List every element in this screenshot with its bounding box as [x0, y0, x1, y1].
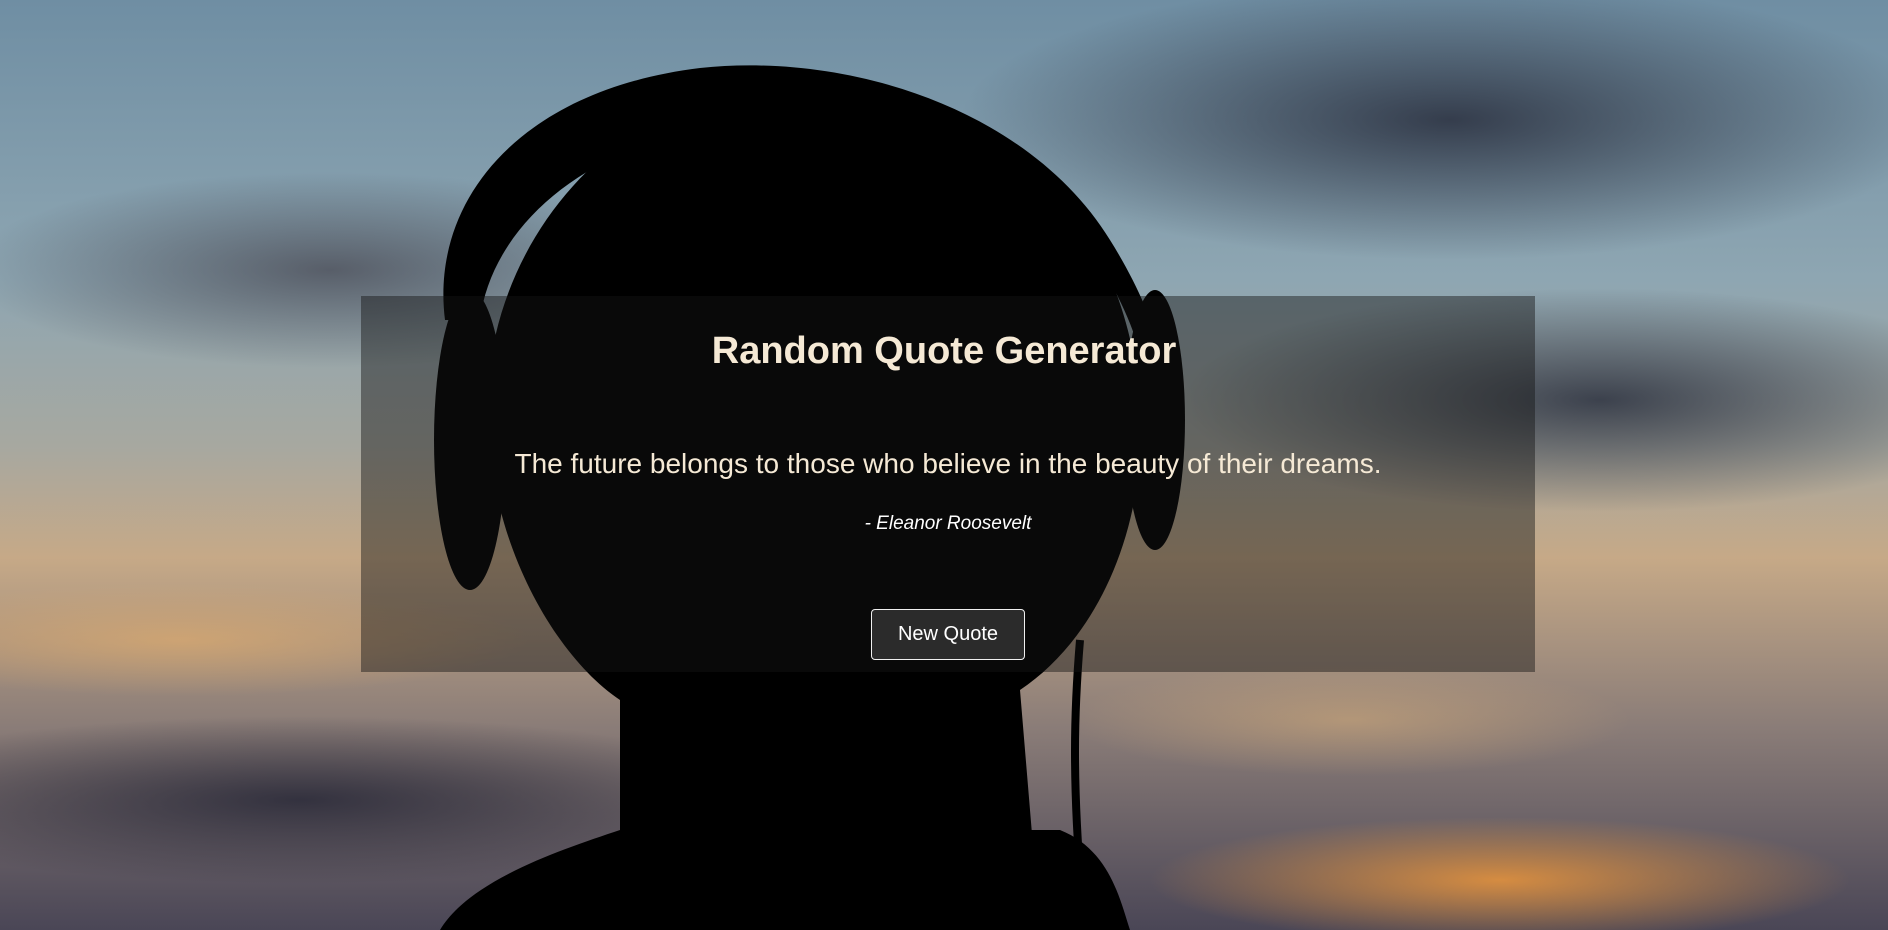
quote-author: - Eleanor Roosevelt	[864, 513, 1032, 534]
new-quote-button[interactable]: New Quote	[871, 609, 1025, 660]
quote-text: The future belongs to those who believe …	[514, 448, 1382, 479]
page-title: Random Quote Generator	[711, 330, 1177, 372]
